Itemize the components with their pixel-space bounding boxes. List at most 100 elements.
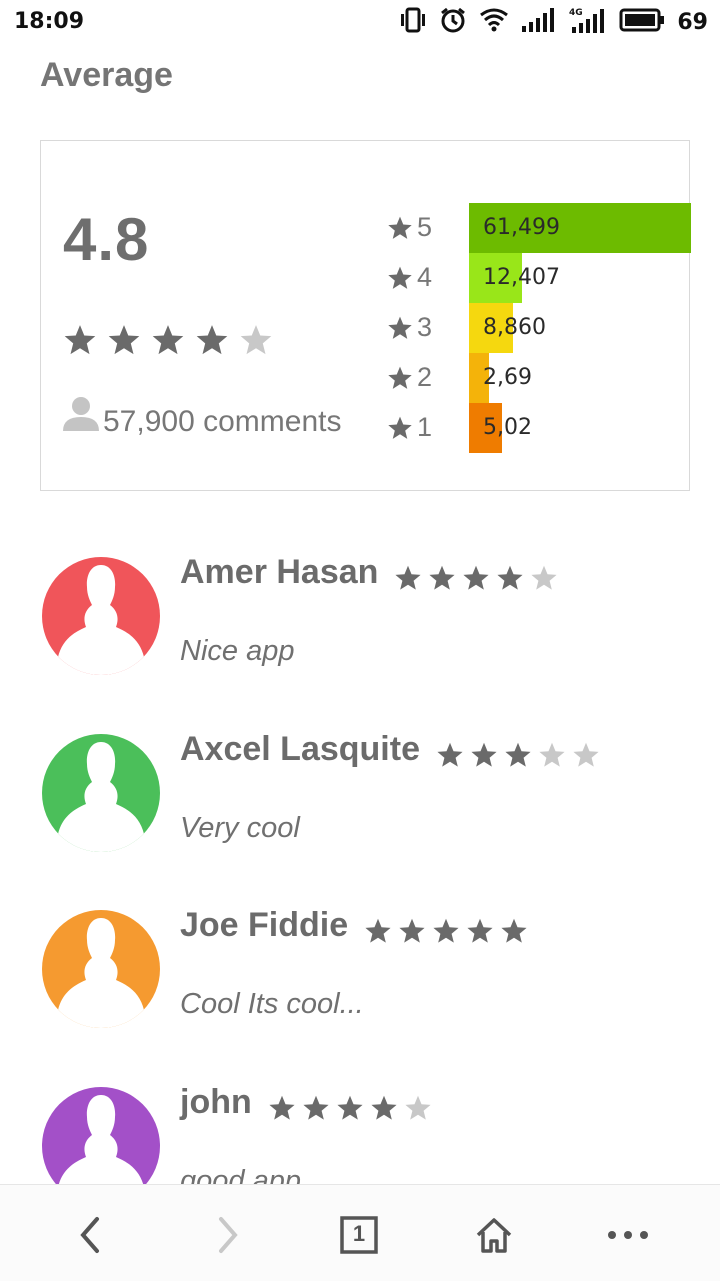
distribution-count: 2,69: [483, 365, 532, 390]
reviewer-header: Axcel Lasquite: [180, 730, 600, 769]
star-filled-icon: [388, 316, 412, 339]
reviewer-name: Joe Fiddie: [180, 906, 349, 944]
distribution-star-number: 5: [417, 212, 433, 242]
comments-count: 57,900 comments: [61, 395, 341, 439]
distribution-star-number: 3: [417, 312, 433, 342]
star-filled-icon: [433, 918, 459, 943]
back-icon: [80, 1217, 99, 1253]
star-empty-icon: [531, 565, 558, 590]
reviewer-name: Axcel Lasquite: [180, 730, 420, 768]
section-title: Average: [40, 56, 173, 94]
distribution-row: 4 12,407: [387, 253, 691, 303]
review-text: Cool Its cool...: [180, 988, 364, 1020]
avatar: [42, 557, 160, 675]
distribution-star-label: 5: [387, 212, 447, 243]
average-rating: 4.8: [63, 206, 150, 273]
review-item[interactable]: Joe Fiddie Cool Its cool...: [42, 906, 702, 1060]
star-filled-icon: [337, 1095, 363, 1120]
distribution-star-label: 3: [387, 312, 447, 343]
avatar: [42, 1087, 160, 1184]
star-filled-icon: [303, 1095, 329, 1120]
tab-count: 1: [352, 1221, 366, 1246]
star-filled-icon: [467, 918, 493, 943]
distribution-star-number: 4: [417, 262, 433, 292]
home-button[interactable]: [472, 1213, 516, 1257]
distribution-star-number: 2: [417, 362, 433, 392]
reviewer-name: Amer Hasan: [180, 553, 379, 591]
status-bar: 18:09 4G 69: [0, 0, 720, 44]
star-empty-icon: [573, 742, 599, 767]
review-text: Very cool: [180, 812, 300, 844]
review-stars: [364, 917, 528, 945]
star-empty-icon: [240, 325, 272, 355]
user-silhouette-icon: [58, 565, 144, 675]
browser-navbar: 1: [0, 1184, 720, 1281]
battery-icon: [619, 8, 665, 37]
back-button[interactable]: [68, 1213, 112, 1257]
distribution-row: 2 2,69: [387, 353, 691, 403]
4g-signal-icon: 4G: [569, 7, 607, 38]
wifi-icon: [479, 7, 509, 38]
reviewer-header: Joe Fiddie: [180, 906, 528, 945]
alarm-icon: [439, 6, 467, 39]
battery-level: 69: [677, 9, 708, 35]
rating-distribution: 5 61,499 4 12,407 3 8,860 2 2,69 1 5,02: [387, 203, 691, 453]
star-filled-icon: [497, 565, 524, 590]
distribution-count: 5,02: [483, 415, 532, 440]
distribution-row: 3 8,860: [387, 303, 691, 353]
tabs-button[interactable]: 1: [337, 1213, 381, 1257]
star-filled-icon: [429, 565, 456, 590]
star-filled-icon: [388, 416, 412, 439]
review-item[interactable]: Axcel Lasquite Very cool: [42, 730, 702, 884]
star-filled-icon: [108, 325, 140, 355]
star-filled-icon: [388, 266, 412, 289]
review-item[interactable]: Amer Hasan Nice app: [42, 553, 702, 707]
more-icon: [608, 1231, 648, 1239]
star-empty-icon: [405, 1095, 431, 1120]
review-stars: [436, 741, 600, 769]
star-filled-icon: [152, 325, 184, 355]
avatar: [42, 734, 160, 852]
star-filled-icon: [269, 1095, 295, 1120]
more-button[interactable]: [606, 1213, 650, 1257]
review-text: Nice app: [180, 635, 295, 667]
forward-button[interactable]: [206, 1213, 250, 1257]
reviews-page: Average 4.8 57,900 comments 5 61,499 4 12,4…: [0, 44, 720, 1184]
avatar: [42, 910, 160, 1028]
svg-text:4G: 4G: [569, 8, 583, 18]
average-stars: [63, 323, 273, 357]
reviewer-header: john: [180, 1083, 432, 1122]
reviewer-name: john: [180, 1083, 252, 1121]
forward-icon: [219, 1217, 238, 1253]
distribution-star-label: 2: [387, 362, 447, 393]
review-stars: [394, 564, 558, 592]
star-filled-icon: [399, 918, 425, 943]
distribution-star-label: 4: [387, 262, 447, 293]
comments-label: 57,900 comments: [103, 405, 342, 438]
star-filled-icon: [388, 216, 412, 239]
user-silhouette-icon: [58, 918, 144, 1028]
review-text: good app: [180, 1165, 301, 1184]
distribution-star-label: 1: [387, 412, 447, 443]
user-silhouette-icon: [58, 742, 144, 852]
distribution-count: 12,407: [483, 265, 560, 290]
status-icons: 4G 69: [399, 6, 708, 39]
star-filled-icon: [437, 742, 463, 767]
distribution-count: 8,860: [483, 315, 546, 340]
review-item[interactable]: john good app: [42, 1083, 702, 1184]
star-filled-icon: [505, 742, 531, 767]
user-silhouette-icon: [58, 1095, 144, 1184]
star-filled-icon: [463, 565, 490, 590]
distribution-row: 1 5,02: [387, 403, 691, 453]
star-empty-icon: [539, 742, 565, 767]
person-icon: [61, 395, 103, 439]
star-filled-icon: [388, 366, 412, 389]
vibrate-icon: [399, 7, 427, 38]
review-stars: [268, 1094, 432, 1122]
distribution-row: 5 61,499: [387, 203, 691, 253]
distribution-count: 61,499: [483, 215, 560, 240]
rating-summary-card: 4.8 57,900 comments 5 61,499 4 12,407 3 8,860…: [40, 140, 691, 491]
star-filled-icon: [196, 325, 228, 355]
star-filled-icon: [371, 1095, 397, 1120]
star-filled-icon: [365, 918, 391, 943]
